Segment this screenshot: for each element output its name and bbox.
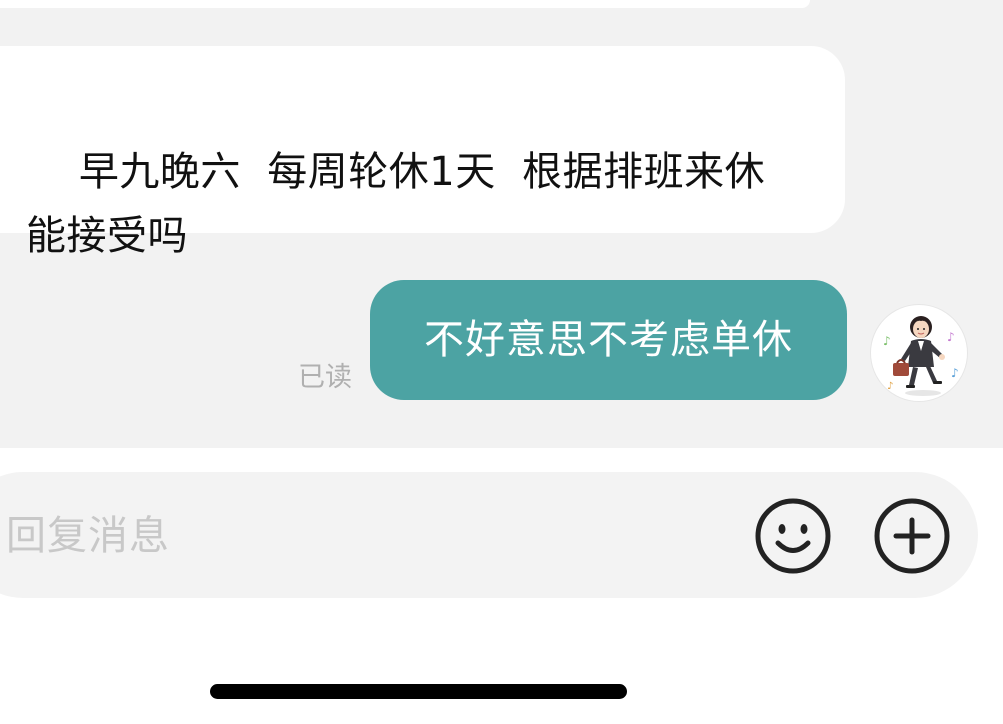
emoji-button[interactable] <box>753 496 833 576</box>
smiley-face-icon <box>755 498 831 574</box>
svg-text:♪: ♪ <box>951 366 959 380</box>
avatar[interactable]: ♪ ♪ ♪ ♪ <box>871 305 967 401</box>
home-indicator[interactable] <box>210 684 627 699</box>
outgoing-message-bubble[interactable]: 不好意思不考虑单休 <box>370 280 847 400</box>
previous-message-edge <box>0 0 810 8</box>
plus-circle-icon <box>874 498 950 574</box>
reply-input-placeholder[interactable]: 回复消息 <box>6 506 170 566</box>
incoming-message-text: 早九晚六 每周轮休1天 根据排班来休 能接受吗 <box>26 149 766 259</box>
businesswoman-illustration: ♪ ♪ ♪ ♪ <box>883 316 959 396</box>
outgoing-message-text: 不好意思不考虑单休 <box>424 317 793 363</box>
svg-text:♪: ♪ <box>883 334 891 348</box>
chat-area: 早九晚六 每周轮休1天 根据排班来休 能接受吗 已读 不好意思不考虑单休 ♪ ♪… <box>0 0 1003 448</box>
svg-text:♪: ♪ <box>947 330 955 344</box>
svg-text:♪: ♪ <box>887 381 893 392</box>
incoming-message-bubble[interactable]: 早九晚六 每周轮休1天 根据排班来休 能接受吗 <box>0 46 845 259</box>
read-status: 已读 <box>298 362 352 393</box>
add-button[interactable] <box>872 496 952 576</box>
